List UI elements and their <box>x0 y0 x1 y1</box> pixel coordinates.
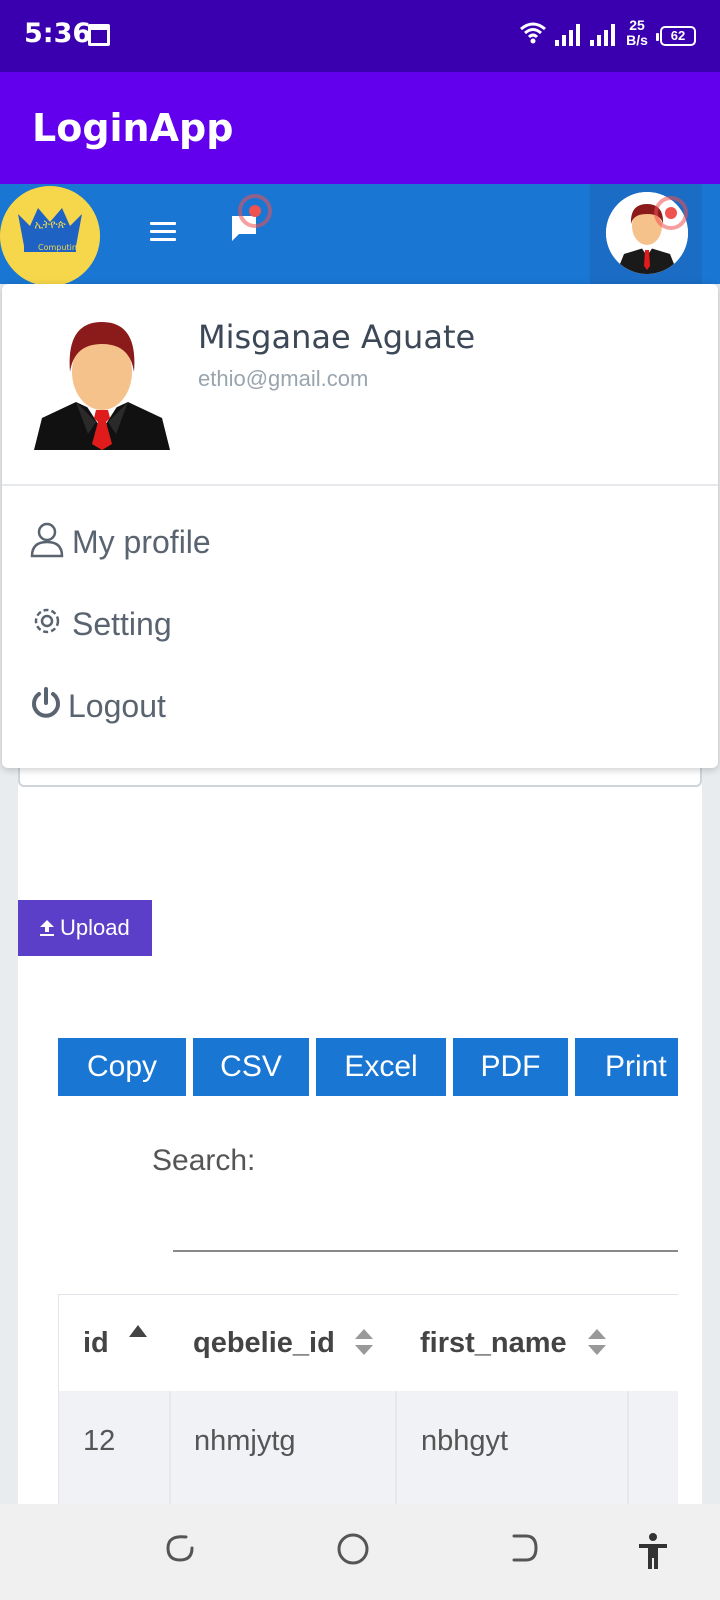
menu-item-label: My profile <box>72 524 211 560</box>
csv-button[interactable]: CSV <box>193 1038 309 1096</box>
menu-item-label: Logout <box>68 688 166 724</box>
export-buttons: Copy CSV Excel PDF Print <box>58 1038 678 1096</box>
status-bar: 5:36 25 B/s 62 <box>0 0 720 72</box>
column-header-label: first_name <box>420 1327 567 1359</box>
sort-icon[interactable] <box>355 1329 373 1355</box>
back-icon[interactable] <box>508 1532 540 1564</box>
battery-icon: 62 <box>656 26 696 46</box>
table-cell: 12 <box>83 1425 116 1457</box>
network-speed: 25 B/s <box>624 18 650 48</box>
app-bar: LoginApp <box>0 72 720 184</box>
system-nav-bar <box>0 1504 720 1600</box>
upload-button[interactable]: Upload <box>18 900 152 956</box>
column-header-label: id <box>83 1327 109 1359</box>
table-row[interactable]: 12 nhmjytg nbhgyt <box>59 1391 678 1504</box>
excel-button[interactable]: Excel <box>316 1038 446 1096</box>
wifi-icon <box>520 22 546 44</box>
menu-item-setting[interactable]: Setting <box>30 596 330 656</box>
clock: 5:36 <box>24 18 92 49</box>
network-speed-unit: B/s <box>626 32 648 48</box>
column-header-id[interactable]: id <box>83 1295 109 1391</box>
column-header-first-name[interactable]: first_name <box>420 1295 567 1391</box>
recent-apps-icon[interactable] <box>164 1532 196 1564</box>
crown-logo-icon: ኢትዮጵ Computing <box>0 186 100 286</box>
column-header-label: qebelie_id <box>193 1327 335 1359</box>
column-header-qebelie-id[interactable]: qebelie_id <box>193 1295 335 1391</box>
user-dropdown-menu: Misganae Aguate ethio@gmail.com My profi… <box>2 284 718 768</box>
menu-item-label: Setting <box>72 606 172 642</box>
table-cell: nbhgyt <box>421 1425 509 1457</box>
data-table: id qebelie_id first_name 12 nhmjytg nbhg… <box>58 1294 678 1504</box>
menu-item-my-profile[interactable]: My profile <box>30 514 330 574</box>
web-navbar: ኢትዮጵ Computing <box>0 184 720 286</box>
brand-logo[interactable]: ኢትዮጵ Computing <box>0 186 100 286</box>
sort-asc-icon[interactable] <box>129 1325 147 1337</box>
status-dot-icon <box>654 196 688 230</box>
print-button[interactable]: Print <box>575 1038 678 1096</box>
search-input[interactable] <box>173 1204 678 1252</box>
svg-text:Computing: Computing <box>38 243 82 252</box>
upload-icon <box>40 920 54 936</box>
accessibility-icon[interactable] <box>636 1532 670 1570</box>
table-cell: nhmjytg <box>194 1425 296 1457</box>
home-icon[interactable] <box>336 1532 370 1566</box>
profile-avatar <box>30 314 174 450</box>
person-icon <box>30 522 64 558</box>
network-speed-value: 25 <box>629 17 645 33</box>
calendar-icon <box>88 24 110 46</box>
profile-name: Misganae Aguate <box>198 318 476 356</box>
profile-email: ethio@gmail.com <box>198 366 369 391</box>
pdf-button[interactable]: PDF <box>453 1038 568 1096</box>
column-divider <box>169 1391 171 1504</box>
gear-icon <box>34 608 60 634</box>
search-label: Search: <box>152 1144 256 1177</box>
column-divider <box>395 1391 397 1504</box>
upload-label: Upload <box>60 915 130 940</box>
svg-text:ኢትዮጵ: ኢትዮጵ <box>34 218 65 231</box>
menu-item-logout[interactable]: Logout <box>30 678 330 738</box>
sort-icon[interactable] <box>588 1329 606 1355</box>
column-divider <box>627 1391 629 1504</box>
signal-icon <box>555 24 580 46</box>
power-icon <box>32 687 60 718</box>
user-menu-toggle[interactable] <box>590 184 702 284</box>
divider <box>2 484 718 486</box>
app-title: LoginApp <box>32 106 234 150</box>
copy-button[interactable]: Copy <box>58 1038 186 1096</box>
signal-icon <box>590 24 615 46</box>
notification-dot-icon <box>238 194 272 228</box>
menu-toggle-icon[interactable] <box>150 222 176 246</box>
